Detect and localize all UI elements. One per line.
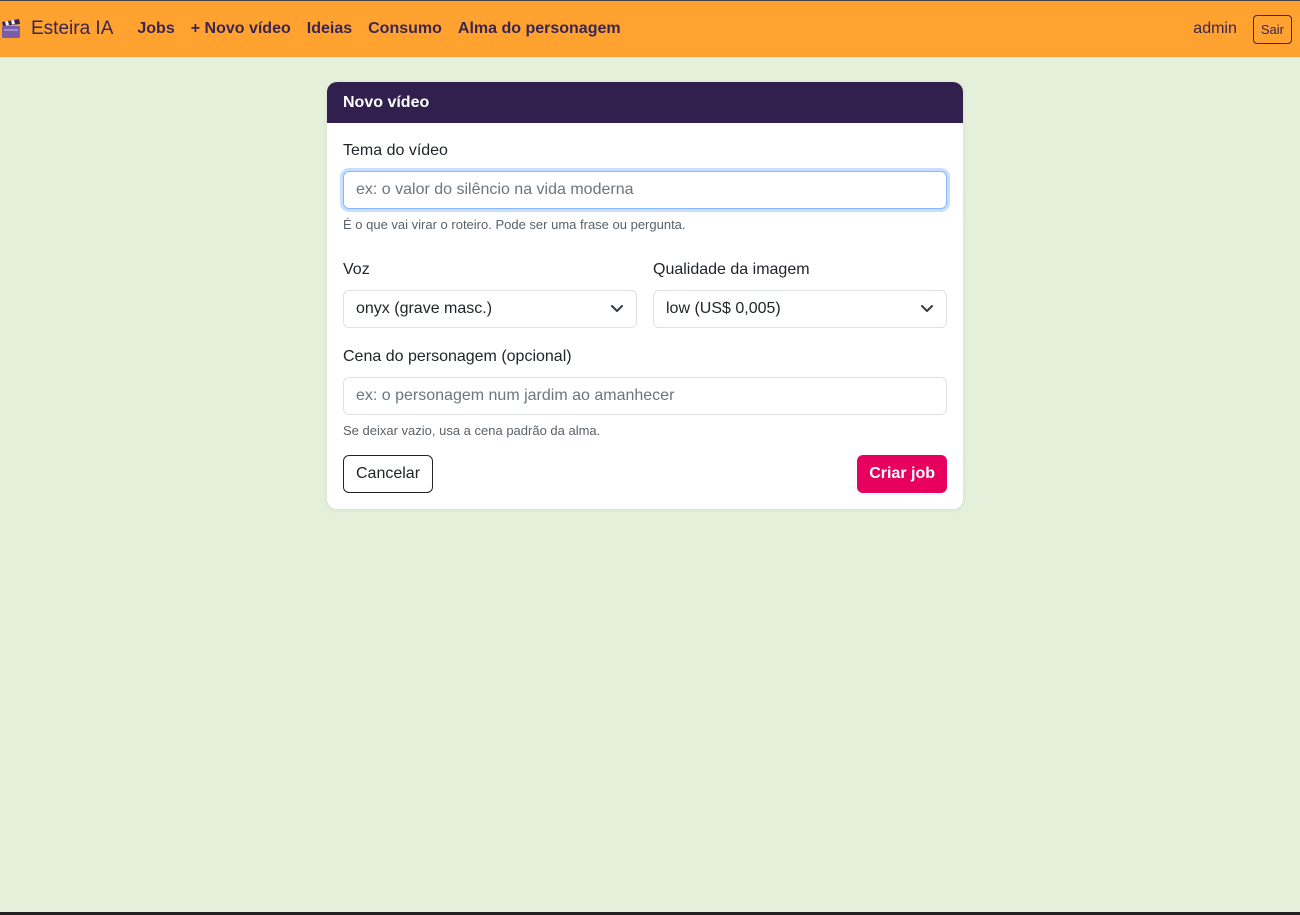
scene-label: Cena do personagem (opcional) — [343, 348, 572, 365]
quality-select[interactable]: low (US$ 0,005) — [653, 290, 947, 328]
theme-input[interactable] — [343, 171, 947, 209]
voice-quality-row: Voz onyx (grave masc.) Qualidade da imag… — [343, 261, 947, 328]
create-job-button[interactable]: Criar job — [857, 455, 947, 493]
card-title: Novo vídeo — [327, 82, 963, 123]
clapperboard-icon — [1, 19, 21, 39]
quality-label: Qualidade da imagem — [653, 261, 810, 278]
nav-link-consumption[interactable]: Consumo — [368, 20, 442, 38]
brand-link[interactable]: Esteira IA — [0, 18, 113, 40]
voice-selected-value: onyx (grave masc.) — [356, 300, 493, 317]
scene-group: Cena do personagem (opcional) Se deixar … — [343, 348, 947, 438]
chevron-down-icon — [611, 305, 623, 312]
new-video-form: Tema do vídeo É o que vai virar o roteir… — [327, 123, 963, 509]
user-name: admin — [1193, 20, 1237, 37]
nav-link-new-video[interactable]: + Novo vídeo — [191, 20, 291, 38]
scene-help-text: Se deixar vazio, usa a cena padrão da al… — [343, 423, 601, 438]
nav-link-jobs[interactable]: Jobs — [137, 20, 174, 38]
theme-label: Tema do vídeo — [343, 142, 448, 159]
nav-links: Jobs + Novo vídeo Ideias Consumo Alma do… — [137, 20, 636, 38]
nav-user-area: admin Sair — [1193, 14, 1292, 44]
nav-link-ideas[interactable]: Ideias — [307, 20, 352, 38]
voice-label: Voz — [343, 261, 370, 278]
nav-link-character-soul[interactable]: Alma do personagem — [458, 20, 621, 38]
voice-group: Voz onyx (grave masc.) — [343, 261, 637, 328]
top-navbar: Esteira IA Jobs + Novo vídeo Ideias Cons… — [0, 1, 1300, 57]
new-video-card: Novo vídeo Tema do vídeo É o que vai vir… — [327, 82, 963, 509]
brand-name: Esteira IA — [31, 18, 114, 39]
logout-button[interactable]: Sair — [1252, 14, 1292, 44]
quality-group: Qualidade da imagem low (US$ 0,005) — [653, 261, 947, 328]
quality-selected-value: low (US$ 0,005) — [666, 300, 781, 317]
theme-help-text: É o que vai virar o roteiro. Pode ser um… — [343, 217, 686, 232]
form-actions: Cancelar Criar job — [343, 455, 947, 493]
cancel-button[interactable]: Cancelar — [343, 455, 434, 493]
voice-select[interactable]: onyx (grave masc.) — [343, 290, 637, 328]
chevron-down-icon — [921, 305, 933, 312]
scene-input[interactable] — [343, 377, 947, 415]
